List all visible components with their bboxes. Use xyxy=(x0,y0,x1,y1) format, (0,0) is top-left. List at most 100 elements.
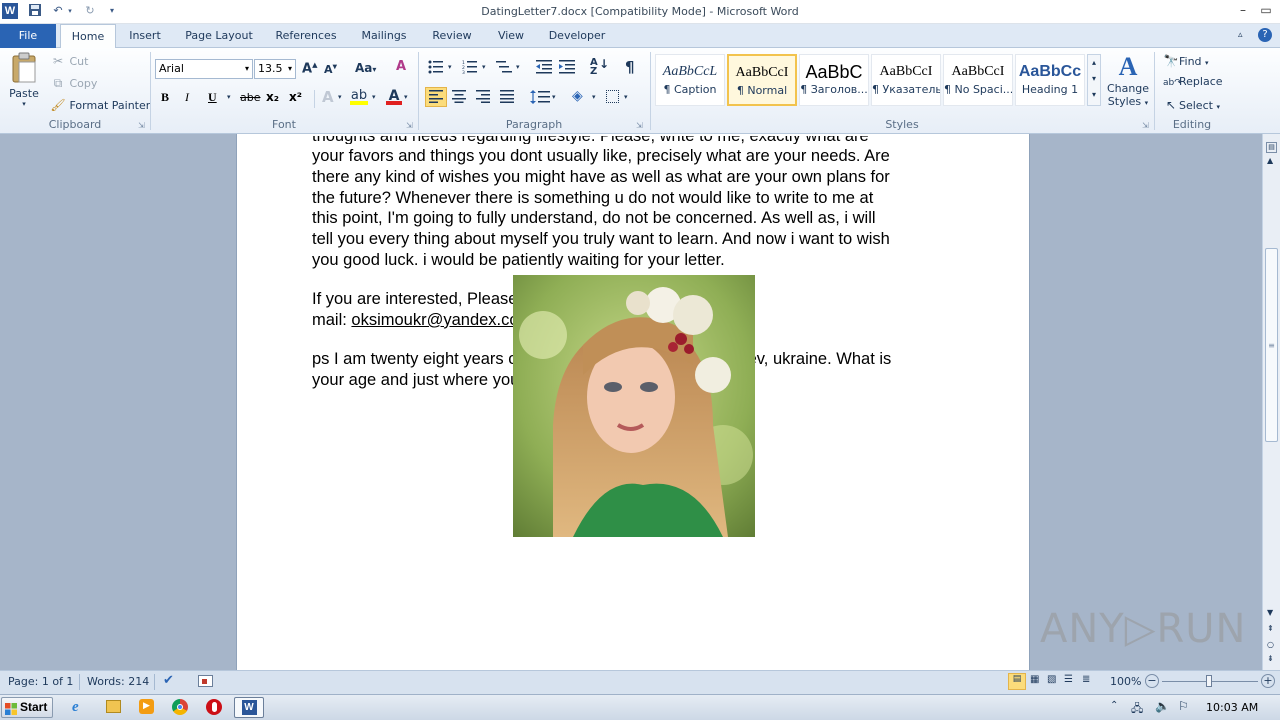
sort-icon[interactable]: A Z ↓ xyxy=(590,58,609,77)
zoom-out-icon[interactable]: − xyxy=(1145,674,1159,688)
numbering-dropdown-icon[interactable]: ▾ xyxy=(482,63,486,71)
style-tile-index[interactable]: AaBbCcI ¶ Указатель xyxy=(871,54,941,106)
tab-references[interactable]: References xyxy=(266,24,346,48)
view-print-layout-icon[interactable]: ▤ xyxy=(1008,673,1026,690)
select-button[interactable]: ↖ Select ▾ xyxy=(1163,97,1220,113)
word-taskbar-button[interactable]: W xyxy=(234,697,264,718)
show-hide-pilcrow-icon[interactable]: ¶ xyxy=(625,58,635,76)
paragraph-launcher-icon[interactable]: ⇲ xyxy=(636,121,643,130)
explorer-icon[interactable] xyxy=(106,700,121,713)
email-link[interactable]: oksimoukr@yandex.com xyxy=(351,311,532,329)
justify-icon[interactable] xyxy=(500,90,514,106)
font-name-combo[interactable]: Arial ▾ xyxy=(155,59,253,79)
bullets-icon[interactable] xyxy=(428,60,446,77)
volume-icon[interactable]: 🔈 xyxy=(1155,699,1170,713)
increase-indent-icon[interactable] xyxy=(559,60,575,77)
tray-expand-icon[interactable]: ⌃ xyxy=(1110,700,1118,711)
multilevel-list-icon[interactable] xyxy=(496,60,514,77)
paste-button[interactable]: Paste ▾ xyxy=(6,52,42,114)
strikethrough-button[interactable]: abe xyxy=(240,91,261,104)
view-outline-icon[interactable]: ☰ xyxy=(1064,674,1073,685)
zoom-level[interactable]: 100% xyxy=(1110,675,1141,688)
style-tile-normal[interactable]: AaBbCcI ¶ Normal xyxy=(727,54,797,106)
scroll-thumb[interactable]: ≡ xyxy=(1265,248,1278,442)
next-page-icon[interactable]: ⇟ xyxy=(1267,654,1274,663)
previous-page-icon[interactable]: ⇞ xyxy=(1267,624,1274,633)
styles-gallery-scroll[interactable]: ▴ ▾ ▾ xyxy=(1087,54,1101,106)
opera-icon[interactable] xyxy=(206,699,222,715)
style-tile-caption[interactable]: AaBbCcL ¶ Caption xyxy=(655,54,725,106)
shrink-font-icon[interactable]: A▼ xyxy=(324,63,337,76)
styles-launcher-icon[interactable]: ⇲ xyxy=(1142,121,1149,130)
align-center-icon[interactable] xyxy=(452,90,466,106)
network-icon[interactable]: 🖧 xyxy=(1131,700,1143,719)
copy-button[interactable]: ⧉ Copy xyxy=(50,75,98,91)
chrome-icon[interactable] xyxy=(172,699,188,715)
highlight-dropdown-icon[interactable]: ▾ xyxy=(372,93,376,101)
view-web-layout-icon[interactable]: ▧ xyxy=(1047,674,1056,685)
shading-dropdown-icon[interactable]: ▾ xyxy=(592,93,596,101)
start-button[interactable]: Start xyxy=(1,697,53,718)
format-painter-button[interactable]: 🖌 Format Painter xyxy=(50,97,150,113)
tab-view[interactable]: View xyxy=(490,24,532,48)
help-icon[interactable]: ? xyxy=(1258,28,1272,42)
browse-object-icon[interactable]: ○ xyxy=(1267,640,1274,649)
tab-file[interactable]: File xyxy=(0,24,56,48)
decrease-indent-icon[interactable] xyxy=(536,60,552,77)
tab-insert[interactable]: Insert xyxy=(120,24,170,48)
tab-home[interactable]: Home xyxy=(60,24,116,49)
font-launcher-icon[interactable]: ⇲ xyxy=(406,121,413,130)
change-case-button[interactable]: Aa▾ xyxy=(355,61,376,75)
superscript-button[interactable]: x² xyxy=(289,90,302,104)
cut-button[interactable]: ✂ Cut xyxy=(50,53,89,69)
subscript-button[interactable]: x₂ xyxy=(266,90,279,104)
scroll-down-icon[interactable]: ▼ xyxy=(1267,608,1273,617)
macro-record-icon[interactable] xyxy=(198,675,213,687)
style-tile-heading-ru[interactable]: AaBbC ¶ Заголов... xyxy=(799,54,869,106)
font-size-combo[interactable]: 13.5 ▾ xyxy=(254,59,296,79)
style-tile-no-spacing[interactable]: AaBbCcI ¶ No Spaci... xyxy=(943,54,1013,106)
font-color-icon[interactable]: A xyxy=(386,88,402,105)
bullets-dropdown-icon[interactable]: ▾ xyxy=(448,63,452,71)
find-button[interactable]: 🔭Find ▾ xyxy=(1163,53,1209,69)
shading-icon[interactable]: ◈ xyxy=(572,88,583,104)
media-player-icon[interactable]: ▶ xyxy=(139,699,154,714)
text-effects-dropdown-icon[interactable]: ▾ xyxy=(338,93,342,101)
style-tile-heading-1[interactable]: AaBbCс Heading 1 xyxy=(1015,54,1085,106)
tab-page-layout[interactable]: Page Layout xyxy=(178,24,260,48)
clock[interactable]: 10:03 AM xyxy=(1206,701,1258,714)
grow-font-icon[interactable]: A▲ xyxy=(302,61,317,76)
action-center-flag-icon[interactable]: ⚐ xyxy=(1178,699,1189,713)
page-count[interactable]: Page: 1 of 1 xyxy=(8,675,73,688)
align-right-icon[interactable] xyxy=(476,90,490,106)
proofing-icon[interactable]: ✔ xyxy=(163,673,174,688)
italic-button[interactable]: I xyxy=(185,90,189,105)
zoom-slider-thumb[interactable] xyxy=(1206,675,1212,687)
embedded-photo[interactable] xyxy=(513,275,755,537)
tab-mailings[interactable]: Mailings xyxy=(352,24,416,48)
clipboard-launcher-icon[interactable]: ⇲ xyxy=(138,121,145,130)
view-draft-icon[interactable]: ≣ xyxy=(1082,674,1090,685)
highlight-icon[interactable]: ab xyxy=(350,88,368,106)
font-color-dropdown-icon[interactable]: ▾ xyxy=(404,93,408,101)
vertical-scrollbar[interactable]: ▤ ▲ ≡ ▼ ⇞ ○ ⇟ xyxy=(1262,134,1280,670)
replace-button[interactable]: ab↷Replace xyxy=(1163,75,1223,91)
line-spacing-icon[interactable] xyxy=(530,90,550,107)
multilevel-dropdown-icon[interactable]: ▾ xyxy=(516,63,520,71)
tab-developer[interactable]: Developer xyxy=(542,24,612,48)
clear-formatting-icon[interactable]: A xyxy=(396,59,414,77)
scroll-up-icon[interactable]: ▲ xyxy=(1267,156,1273,165)
numbering-icon[interactable]: 123 xyxy=(462,60,480,77)
word-count[interactable]: Words: 214 xyxy=(87,675,149,688)
view-full-screen-icon[interactable]: ▦ xyxy=(1030,674,1039,685)
bold-button[interactable]: B xyxy=(161,90,169,105)
borders-icon[interactable] xyxy=(606,90,619,103)
zoom-in-icon[interactable]: + xyxy=(1261,674,1275,688)
underline-dropdown-icon[interactable]: ▾ xyxy=(227,93,231,101)
maximize-button[interactable]: ▭ xyxy=(1254,0,1278,20)
minimize-ribbon-icon[interactable]: ▵ xyxy=(1238,30,1243,40)
underline-button[interactable]: U xyxy=(208,90,217,105)
text-effects-icon[interactable]: A xyxy=(322,88,334,106)
tab-review[interactable]: Review xyxy=(424,24,480,48)
align-left-icon[interactable] xyxy=(425,87,447,107)
